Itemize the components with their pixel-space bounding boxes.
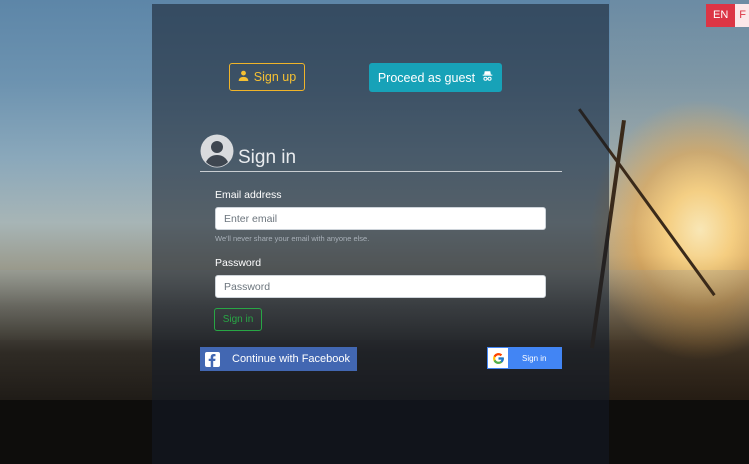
guest-label: Proceed as guest [377, 70, 476, 85]
language-fr-button[interactable]: F [735, 4, 749, 27]
signup-label: Sign up [253, 70, 297, 84]
signup-button[interactable]: Sign up [229, 63, 305, 91]
email-input[interactable] [215, 207, 546, 230]
email-label: Email address [215, 189, 282, 201]
signin-divider [200, 171, 562, 172]
password-input[interactable] [215, 275, 546, 298]
signin-title: Sign in [238, 146, 297, 168]
google-signin-button[interactable]: Sign in [487, 347, 562, 369]
signin-header: Sign in [200, 134, 296, 173]
incognito-icon [482, 70, 493, 85]
user-circle-icon [200, 134, 234, 173]
password-label: Password [215, 257, 262, 269]
signin-button[interactable]: Sign in [214, 308, 262, 331]
background-sun-glow [610, 0, 749, 464]
user-icon [238, 70, 249, 84]
facebook-label: Continue with Facebook [232, 353, 351, 365]
facebook-icon [205, 351, 220, 367]
proceed-as-guest-button[interactable]: Proceed as guest [369, 63, 502, 92]
language-en-button[interactable]: EN [705, 4, 736, 27]
facebook-login-button[interactable]: Continue with Facebook [200, 347, 357, 371]
google-label: Sign in [522, 353, 547, 363]
google-icon [488, 348, 508, 368]
email-help-text: We'll never share your email with anyone… [215, 234, 370, 243]
language-switcher: EN F [705, 4, 749, 27]
